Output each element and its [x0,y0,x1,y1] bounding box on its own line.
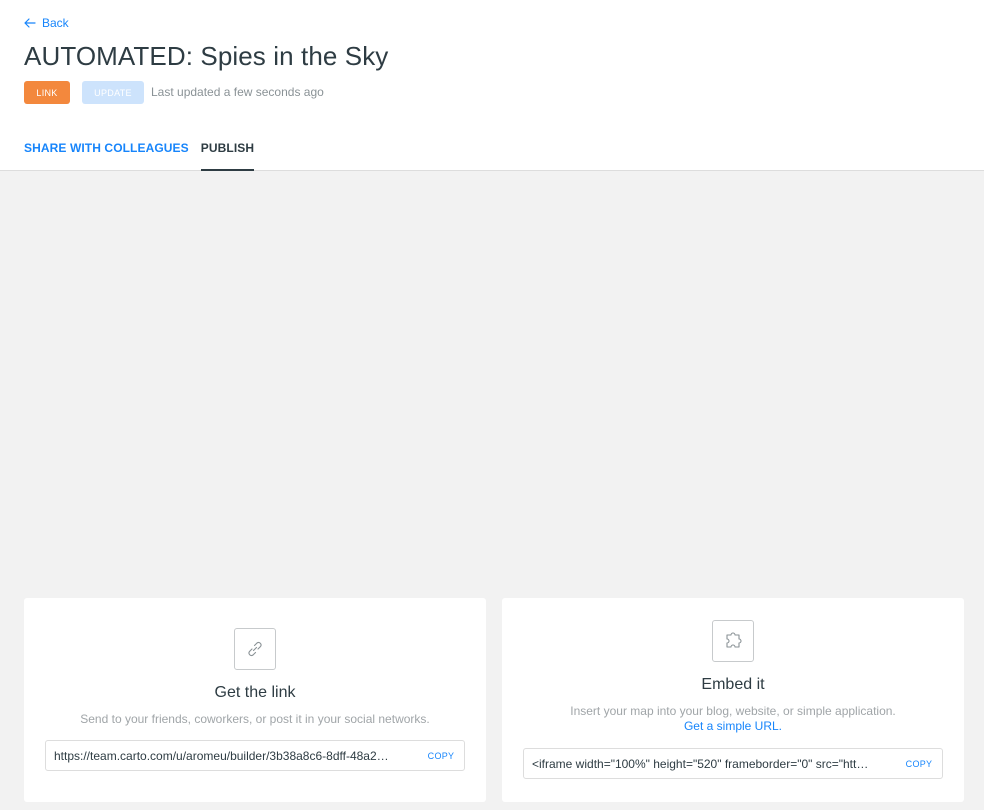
back-label: Back [42,16,69,30]
link-button[interactable]: LINK [24,81,70,104]
link-icon [234,628,276,670]
simple-url-link[interactable]: Get a simple URL. [502,719,964,733]
tab-publish[interactable]: PUBLISH [200,132,255,171]
puzzle-icon [712,620,754,662]
back-link[interactable]: Back [24,14,69,32]
embed-code-field[interactable]: <iframe width="100%" height="520" frameb… [523,748,943,779]
embed-title: Embed it [701,676,765,693]
get-link-card: Get the link Send to your friends, cowor… [24,598,486,802]
embed-code-text[interactable]: <iframe width="100%" height="520" frameb… [524,757,896,771]
header: Back AUTOMATED: Spies in the Sky LINK UP… [0,0,984,171]
arrow-left-icon [24,18,36,28]
page-title: AUTOMATED: Spies in the Sky [24,41,389,71]
link-url-text[interactable]: https://team.carto.com/u/aromeu/builder/… [46,749,418,763]
link-url-field[interactable]: https://team.carto.com/u/aromeu/builder/… [45,740,465,771]
embed-description: Insert your map into your blog, website,… [570,704,896,718]
copy-embed-button[interactable]: COPY [896,759,942,769]
update-button[interactable]: UPDATE [82,81,144,104]
tab-share-with-colleagues[interactable]: SHARE WITH COLLEAGUES [24,132,189,171]
embed-card: Embed it Insert your map into your blog,… [502,598,964,802]
get-link-title: Get the link [214,684,296,701]
copy-link-button[interactable]: COPY [418,751,464,761]
last-updated-text: Last updated a few seconds ago [151,85,324,99]
tab-bar: SHARE WITH COLLEAGUES PUBLISH [24,132,255,171]
get-link-description: Send to your friends, coworkers, or post… [80,712,430,726]
